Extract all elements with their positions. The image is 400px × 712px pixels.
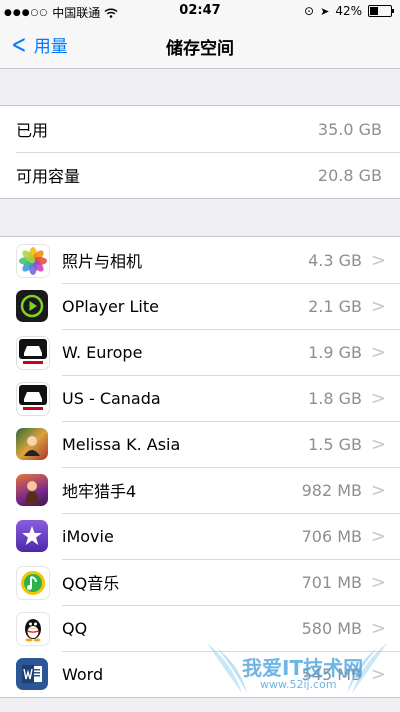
app-size: 2.1 GB [308,296,362,316]
app-name: OPlayer Lite [62,296,159,316]
tomtom-icon [16,382,50,416]
app-size: 701 MB [301,572,362,592]
navigation-bar: < 用量 储存空间 [0,22,400,69]
game-icon [16,428,48,460]
page-title: 储存空间 [166,39,234,59]
app-name: Word [62,664,104,684]
tomtom-icon [16,336,50,370]
app-row-us-canada[interactable]: US - Canada 1.8 GB > [0,375,400,421]
used-value: 35.0 GB [317,119,382,139]
battery-fill [370,7,378,15]
dungeon-hunter-icon [16,474,48,506]
used-row: 已用 35.0 GB [0,106,400,152]
app-name: iMovie [62,526,114,546]
chevron-right-icon: > [370,525,386,547]
chevron-right-icon: > [370,387,386,409]
status-bar: ●●●○○ 中国联通 02:47 ⊙ ➤ 42% [0,0,400,22]
app-row-melissa[interactable]: Melissa K. Asia 1.5 GB > [0,421,400,467]
app-row-dungeon-hunter[interactable]: 地牢猎手4 982 MB > [0,467,400,513]
chevron-right-icon: > [370,663,386,685]
app-name: 照片与相机 [62,252,143,271]
app-size: 1.9 GB [308,342,362,362]
app-name: 地牢猎手4 [62,482,137,501]
app-list: 照片与相机 4.3 GB > OPlayer Lite 2.1 GB > W. … [0,236,400,698]
app-row-photos[interactable]: 照片与相机 4.3 GB > [0,237,400,283]
available-row: 可用容量 20.8 GB [0,152,400,198]
chevron-right-icon: > [370,295,386,317]
app-name: US - Canada [62,388,161,408]
app-size: 1.8 GB [308,388,362,408]
battery-percent: 42% [335,4,362,18]
app-name: W. Europe [62,342,143,362]
rotation-lock-icon: ⊙ [304,4,315,18]
chevron-right-icon: > [370,571,386,593]
app-name: QQ [62,618,88,638]
app-row-oplayer[interactable]: OPlayer Lite 2.1 GB > [0,283,400,329]
battery-icon [368,5,394,17]
chevron-right-icon: > [370,249,386,271]
app-row-qq[interactable]: QQ 580 MB > [0,605,400,651]
status-right: ⊙ ➤ 42% [304,4,394,18]
available-label: 可用容量 [16,167,81,186]
oplayer-icon [16,290,48,322]
app-row-w-europe[interactable]: W. Europe 1.9 GB > [0,329,400,375]
location-icon: ➤ [320,4,330,18]
app-size: 1.5 GB [308,434,362,454]
app-size: 982 MB [301,480,362,500]
used-label: 已用 [16,121,49,140]
chevron-right-icon: > [370,433,386,455]
qq-music-icon [16,566,50,600]
available-value: 20.8 GB [317,165,382,185]
app-size: 4.3 GB [308,250,362,270]
word-icon [16,658,48,690]
storage-summary: 已用 35.0 GB 可用容量 20.8 GB [0,105,400,199]
app-name: QQ音乐 [62,574,120,593]
qq-penguin-icon [16,612,50,646]
app-row-word[interactable]: Word 545 MB > [0,651,400,697]
app-size: 706 MB [301,526,362,546]
app-row-imovie[interactable]: iMovie 706 MB > [0,513,400,559]
app-size: 545 MB [301,664,362,684]
chevron-right-icon: > [370,341,386,363]
imovie-icon [16,520,48,552]
chevron-right-icon: > [370,479,386,501]
photos-icon [16,244,50,278]
app-row-qq-music[interactable]: QQ音乐 701 MB > [0,559,400,605]
app-size: 580 MB [301,618,362,638]
chevron-right-icon: > [370,617,386,639]
app-name: Melissa K. Asia [62,434,181,454]
